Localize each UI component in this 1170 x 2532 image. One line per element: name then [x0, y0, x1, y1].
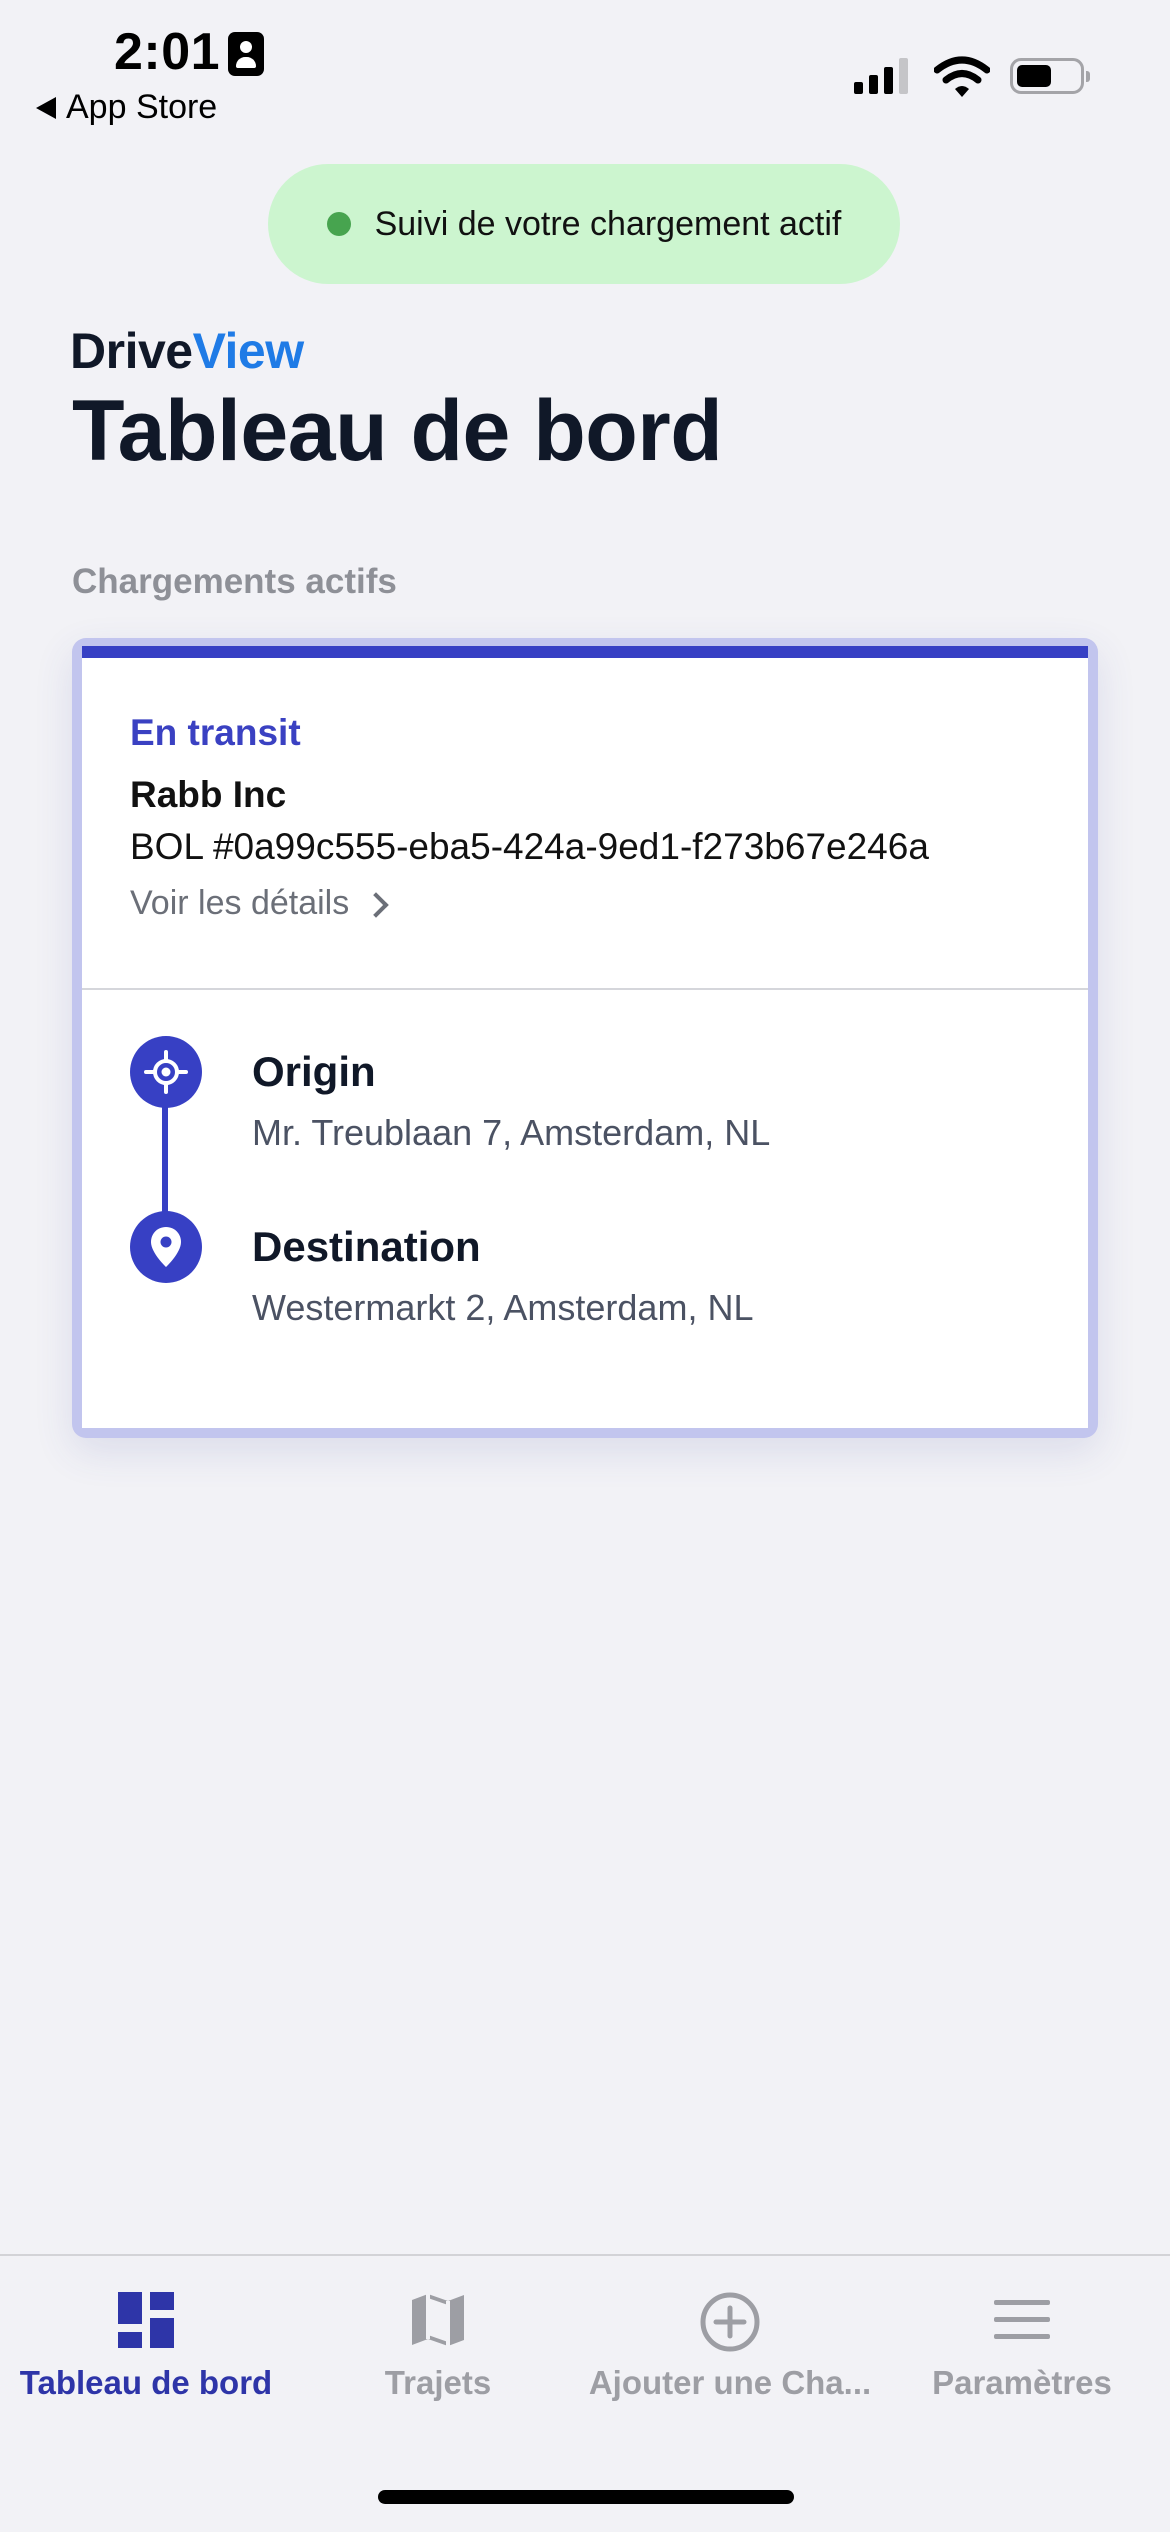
customer-name: Rabb Inc — [130, 774, 287, 815]
card-accent-bar — [82, 646, 1088, 658]
tab-label-trips: Trajets — [384, 2364, 492, 2401]
view-details-link[interactable]: Voir les détails — [130, 884, 389, 923]
home-indicator[interactable] — [378, 2490, 794, 2504]
tab-label-add-load: Ajouter une Cha... — [588, 2364, 872, 2401]
bol-number: BOL #0a99c555-eba5-424a-9ed1-f273b67e246… — [130, 826, 929, 867]
tab-label-dashboard: Tableau de bord — [19, 2364, 273, 2401]
status-time: 2:01 — [114, 23, 221, 81]
wifi-icon — [934, 56, 990, 97]
tracking-active-dot-icon — [326, 212, 351, 236]
add-circle-icon — [700, 2292, 760, 2352]
destination-pin-icon — [130, 1211, 202, 1283]
origin-crosshair-icon — [130, 1036, 202, 1108]
destination-label: Destination — [252, 1223, 481, 1270]
back-arrow-icon — [36, 96, 56, 119]
load-status: En transit — [130, 712, 301, 753]
destination-address: Westermarkt 2, Amsterdam, NL — [252, 1287, 754, 1328]
app-logo: DriveView — [70, 322, 304, 380]
tab-label-settings: Paramètres — [932, 2364, 1112, 2401]
tab-settings[interactable]: Paramètres — [876, 2256, 1168, 2416]
back-link-label: App Store — [66, 88, 218, 126]
tracking-banner-text: Suivi de votre chargement actif — [374, 204, 842, 243]
section-label-active-loads: Chargements actifs — [72, 562, 397, 601]
back-to-app-store-link[interactable]: App Store — [36, 88, 217, 127]
load-card-body: En transit Rabb Inc BOL #0a99c555-eba5-4… — [82, 646, 1088, 1428]
tab-trips[interactable]: Trajets — [292, 2256, 584, 2416]
dashboard-icon — [118, 2292, 174, 2348]
battery-icon — [1010, 58, 1090, 94]
contact-badge-icon — [228, 32, 264, 76]
chevron-right-icon — [363, 891, 389, 918]
menu-icon — [994, 2300, 1050, 2339]
tab-dashboard[interactable]: Tableau de bord — [0, 2256, 292, 2416]
map-icon — [412, 2294, 464, 2346]
active-tracking-banner[interactable]: Suivi de votre chargement actif — [268, 164, 900, 284]
cellular-signal-icon — [854, 58, 908, 94]
tab-add-load[interactable]: Ajouter une Cha... — [584, 2256, 876, 2416]
logo-text-drive: Drive — [70, 323, 193, 379]
origin-label: Origin — [252, 1048, 376, 1095]
origin-address: Mr. Treublaan 7, Amsterdam, NL — [252, 1112, 771, 1153]
active-load-card[interactable]: En transit Rabb Inc BOL #0a99c555-eba5-4… — [72, 638, 1098, 1438]
page-title: Tableau de bord — [72, 383, 723, 479]
logo-text-view: View — [192, 323, 305, 379]
view-details-label: Voir les détails — [130, 884, 350, 922]
card-divider — [82, 988, 1088, 990]
